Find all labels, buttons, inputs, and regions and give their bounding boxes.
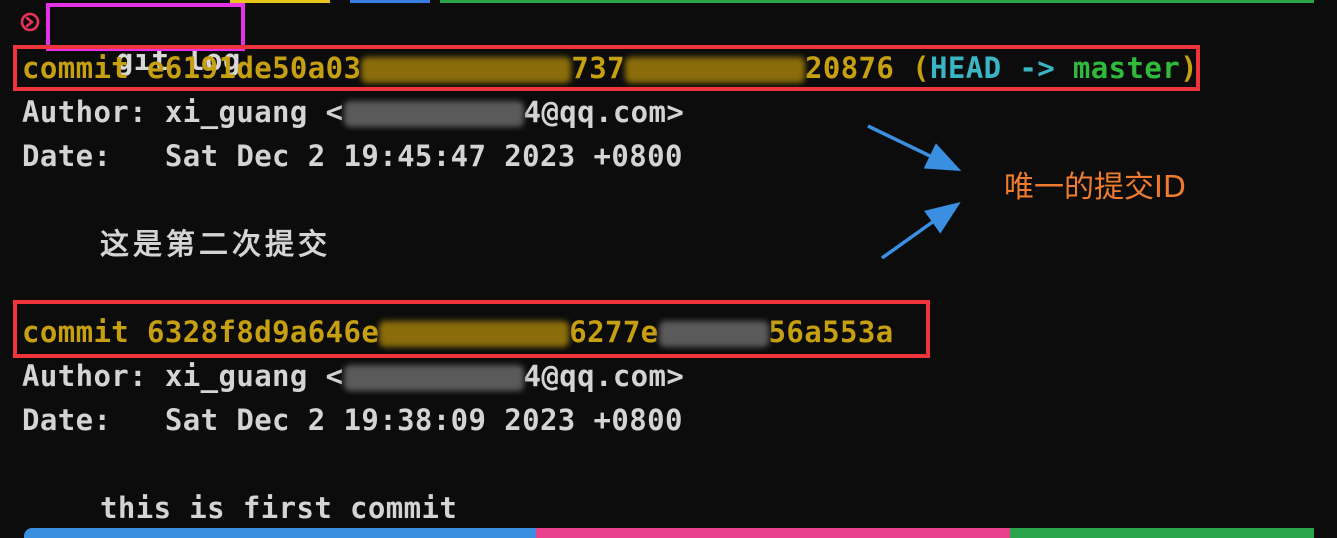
date-value: Sat Dec 2 19:45:47 2023 +0800: [164, 139, 683, 173]
bottom-bar-segment-blue: [24, 528, 544, 538]
top-bar-segment-blue: [350, 0, 430, 3]
date-label: Date:: [22, 403, 165, 437]
author-label: Author:: [22, 95, 165, 129]
commit-2-author-line: Author: xi_guang <4@qq.com>: [22, 358, 684, 394]
redacted-email: [343, 365, 524, 391]
author-email-start: <: [325, 359, 344, 393]
bottom-bar-segment-pink: [536, 528, 1016, 538]
command-highlight-box: [46, 3, 245, 51]
redacted-email: [343, 101, 524, 127]
commit-1-message: 这是第二次提交: [100, 226, 331, 262]
arrow-lower: [880, 201, 961, 260]
commit-2-hash-highlight-box: [13, 300, 930, 358]
commit-2-message: this is first commit: [100, 490, 457, 526]
bottom-bar-segment-green: [1010, 528, 1314, 538]
commit-1-hash-highlight-box: [13, 45, 1200, 91]
top-bar-segment-green: [440, 0, 1314, 3]
author-email-end: 4@qq.com>: [523, 359, 685, 393]
author-name: xi_guang: [164, 95, 326, 129]
commit-1-author-line: Author: xi_guang <4@qq.com>: [22, 94, 684, 130]
arrow-upper: [867, 124, 962, 172]
top-bar-segment-gold: [230, 0, 330, 3]
author-email-end: 4@qq.com>: [523, 95, 685, 129]
commit-message: this is first commit: [100, 491, 458, 525]
author-email-start: <: [325, 95, 344, 129]
author-label: Author:: [22, 359, 165, 393]
circle-arrow-right-icon: [20, 12, 40, 32]
annotation-arrows: [867, 124, 962, 260]
date-label: Date:: [22, 139, 165, 173]
commit-1-date-line: Date: Sat Dec 2 19:45:47 2023 +0800: [22, 138, 683, 174]
commit-2-date-line: Date: Sat Dec 2 19:38:09 2023 +0800: [22, 402, 683, 438]
date-value: Sat Dec 2 19:38:09 2023 +0800: [164, 403, 683, 437]
commit-message: 这是第二次提交: [100, 227, 332, 261]
annotation-label: 唯一的提交ID: [1004, 170, 1186, 205]
author-name: xi_guang: [164, 359, 326, 393]
